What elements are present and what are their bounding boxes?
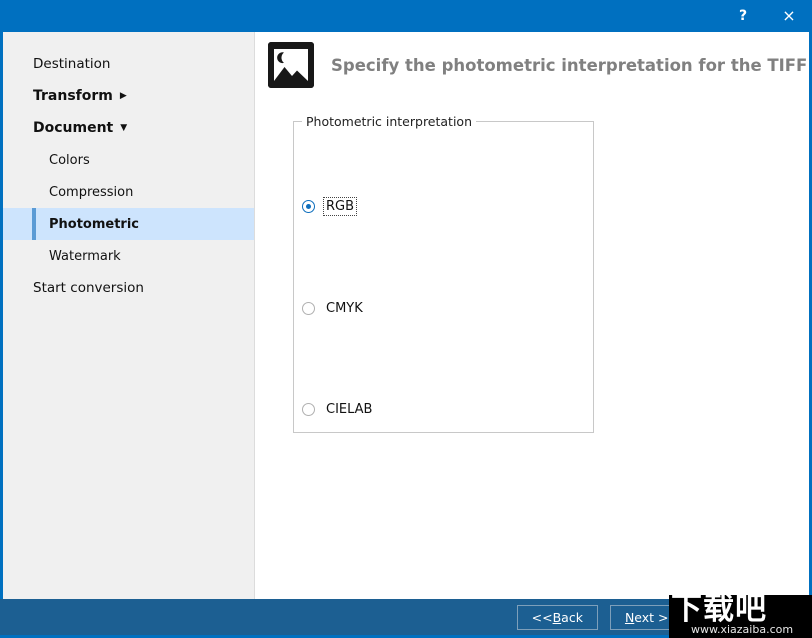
watermark-url-text: www.xiazaiba.com <box>691 623 794 636</box>
wizard-window: ? × Destination Transform ▶ Document ▼ C… <box>0 0 812 638</box>
radio-button-rgb-icon[interactable] <box>302 200 315 213</box>
sidebar-item-destination[interactable]: Destination <box>3 48 254 80</box>
sidebar: Destination Transform ▶ Document ▼ Color… <box>3 32 255 599</box>
sidebar-item-compression[interactable]: Compression <box>3 176 254 208</box>
sidebar-item-label: Start conversion <box>33 280 144 296</box>
sidebar-item-transform[interactable]: Transform ▶ <box>3 80 254 112</box>
radio-button-cmyk-icon[interactable] <box>302 302 315 315</box>
site-watermark: 下载吧 www.xiazaiba.com <box>669 595 812 638</box>
chevron-down-icon: ▼ <box>120 122 128 133</box>
group-box-legend: Photometric interpretation <box>302 114 477 129</box>
chevron-right-icon: ▶ <box>119 90 127 101</box>
close-icon[interactable]: × <box>766 0 812 32</box>
main-content: Specify the photometric interpretation f… <box>256 32 812 599</box>
back-button-prefix: << <box>531 609 553 625</box>
sidebar-item-document[interactable]: Document ▼ <box>3 112 254 144</box>
sidebar-item-start-conversion[interactable]: Start conversion <box>3 272 254 304</box>
title-bar: ? × <box>0 0 812 32</box>
back-button-accel: B <box>552 609 562 625</box>
photo-image-icon <box>268 42 314 88</box>
radio-label-cmyk[interactable]: CMYK <box>324 300 365 317</box>
radio-label-rgb[interactable]: RGB <box>322 197 358 216</box>
next-button-accel: N <box>624 609 635 625</box>
sidebar-item-label: Document <box>33 120 114 136</box>
back-button[interactable]: << Back <box>516 604 598 630</box>
page-title: Specify the photometric interpretation f… <box>331 55 812 75</box>
radio-option-cmyk[interactable]: CMYK <box>302 300 365 317</box>
sidebar-item-label: Transform <box>33 88 113 104</box>
page-header: Specify the photometric interpretation f… <box>268 42 812 88</box>
radio-label-cielab[interactable]: CIELAB <box>324 401 374 418</box>
sidebar-item-colors[interactable]: Colors <box>3 144 254 176</box>
sidebar-item-label: Compression <box>49 184 134 200</box>
sidebar-item-label: Colors <box>49 152 90 168</box>
watermark-logo-text: 下载吧 <box>671 595 767 627</box>
help-icon[interactable]: ? <box>720 0 766 32</box>
sidebar-item-label: Destination <box>33 56 111 72</box>
sidebar-item-photometric[interactable]: Photometric <box>3 208 254 240</box>
back-button-suffix: ack <box>561 609 583 625</box>
radio-button-cielab-icon[interactable] <box>302 403 315 416</box>
photometric-group-box <box>293 121 594 433</box>
radio-option-rgb[interactable]: RGB <box>302 197 358 216</box>
sidebar-item-label: Photometric <box>49 216 140 232</box>
radio-option-cielab[interactable]: CIELAB <box>302 401 374 418</box>
sidebar-item-watermark[interactable]: Watermark <box>3 240 254 272</box>
sidebar-item-label: Watermark <box>49 248 121 264</box>
